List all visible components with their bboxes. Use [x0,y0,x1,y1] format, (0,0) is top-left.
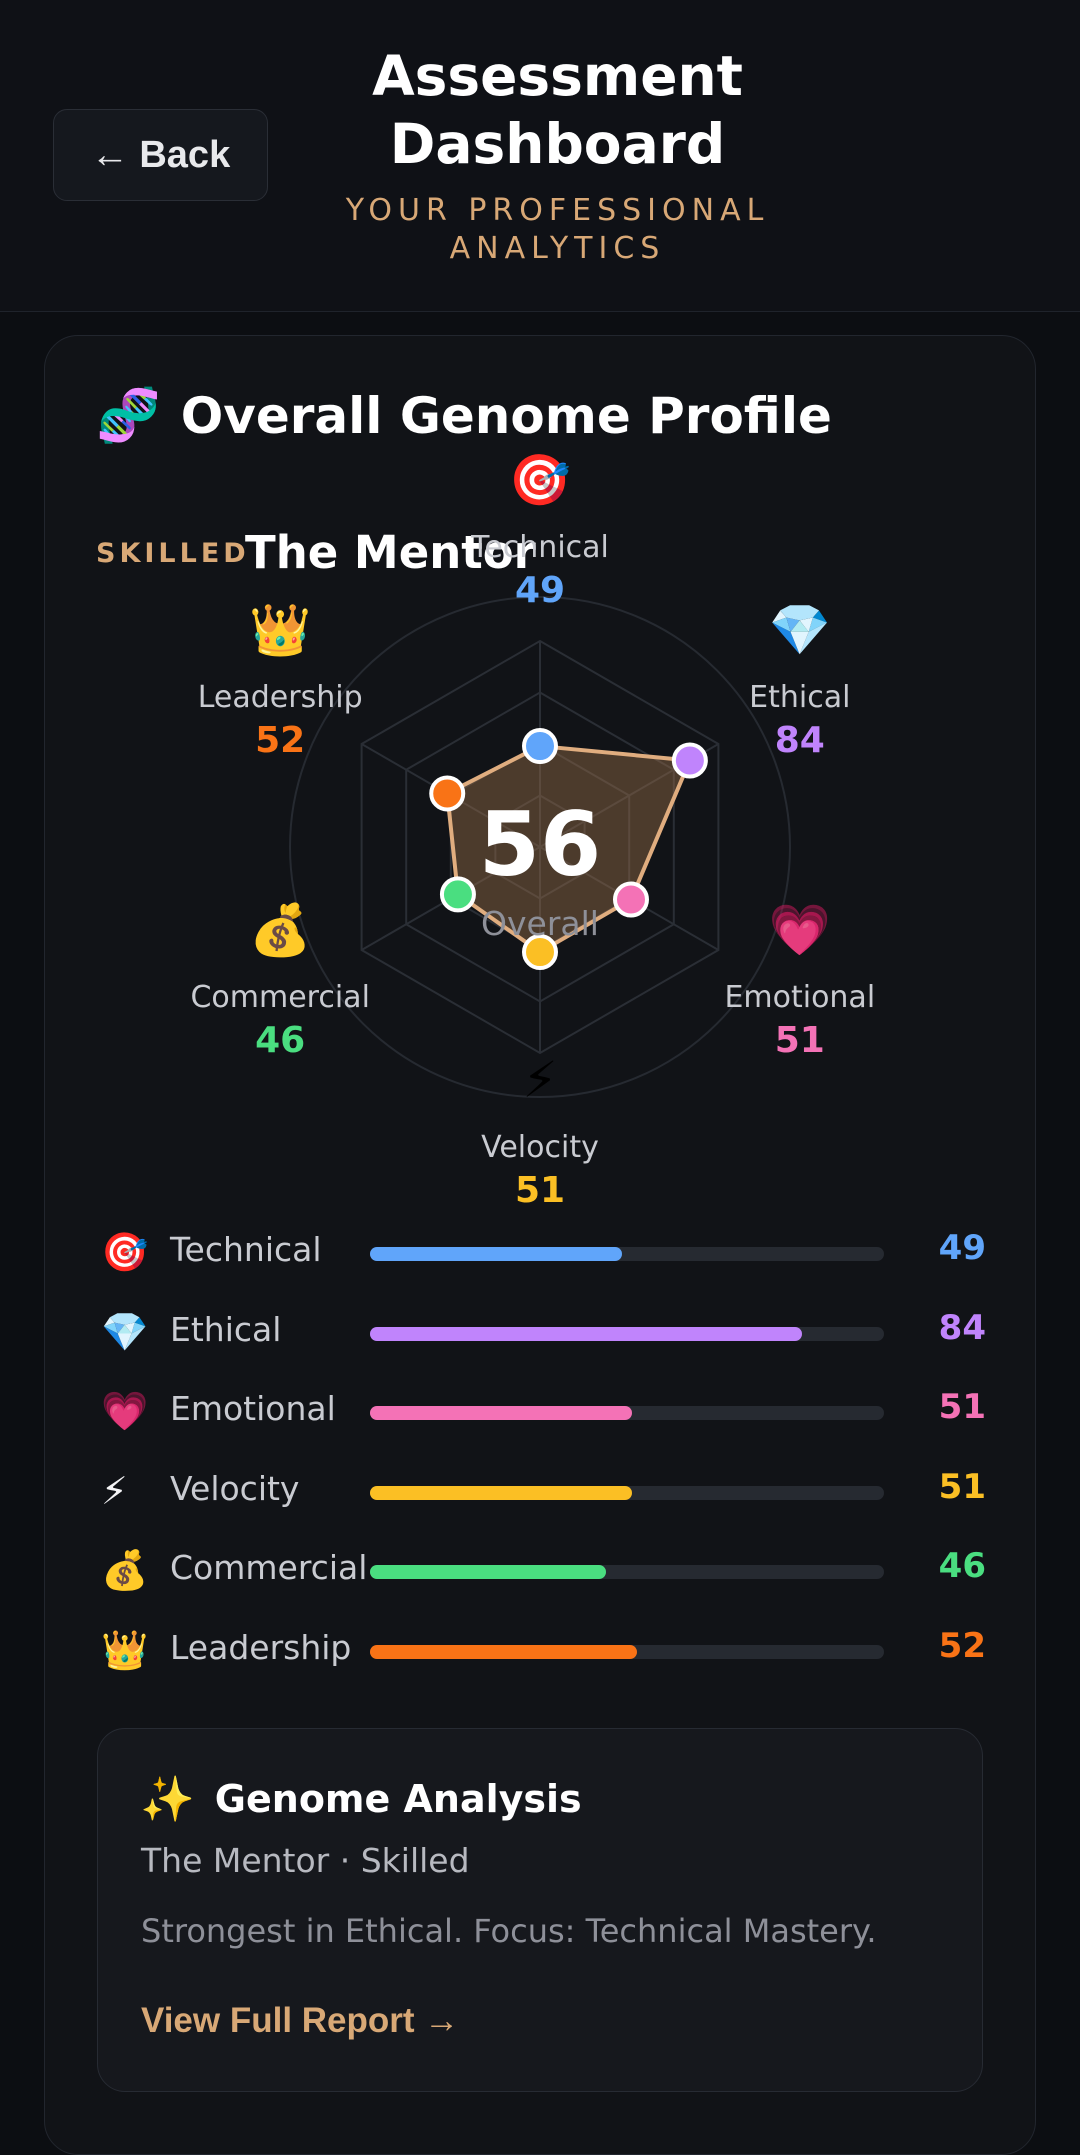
lightning-icon: ⚡ [101,1468,128,1513]
bar-value: 46 [938,1546,986,1587]
money-bag-icon: 💰 [101,1548,149,1593]
bar-fill [370,1565,607,1580]
lightning-icon: ⚡ [522,1051,557,1109]
gem-icon: 💎 [769,601,831,659]
bar-track [370,1247,884,1261]
radar-point-emotional [612,881,649,918]
bar-row-emotional: 💗 Emotional 51 [96,1379,986,1459]
heart-icon: 💗 [101,1389,149,1434]
radar-point-technical [522,728,558,765]
radar-label-text: Emotional [724,980,875,1015]
bar-row-leadership: 👑 Leadership 52 [96,1618,986,1698]
radar-label-value: 51 [515,1170,565,1211]
bar-label: Velocity [170,1468,300,1508]
radar-point-commercial [439,876,476,913]
bar-label: Technical [170,1230,322,1269]
analysis-description: Strongest in Ethical. Focus: Technical M… [141,1912,877,1950]
bar-track [370,1565,884,1580]
radar-label-commercial: 💰 Commercial 46 [190,901,369,1061]
bar-row-velocity: ⚡ Velocity 51 [96,1459,986,1539]
radar-label-value: 51 [775,1020,825,1061]
radar-label-value: 84 [775,720,825,761]
bar-track [370,1326,884,1341]
bar-fill [370,1644,638,1659]
crown-icon: 👑 [249,601,311,659]
bar-row-ethical: 💎 Ethical 84 [96,1300,986,1380]
bar-track [370,1406,884,1421]
overall-score: 56 [479,793,601,896]
bar-fill [370,1247,622,1261]
radar-point-leadership [429,775,466,812]
radar-label-text: Technical [470,530,609,565]
radar-label-velocity: ⚡ Velocity 51 [481,1051,599,1211]
gem-icon: 💎 [101,1309,149,1354]
radar-label-value: 46 [255,1020,305,1061]
bar-value: 51 [938,1466,986,1507]
analysis-heading: ✨ Genome Analysis [140,1773,582,1825]
analysis-subtitle: The Mentor · Skilled [141,1841,470,1880]
bar-label: Emotional [170,1389,336,1429]
bar-label: Leadership [170,1627,352,1667]
radar-label-technical: 🎯 Technical 49 [470,451,609,611]
sparkles-icon: ✨ [140,1774,195,1825]
radar-label-leadership: 👑 Leadership 52 [198,601,363,761]
bar-fill [370,1406,633,1421]
genome-analysis-card: ✨ Genome Analysis The Mentor · Skilled S… [97,1728,983,2092]
radar-label-text: Ethical [749,680,850,715]
radar-label-emotional: 💗 Emotional 51 [724,901,875,1061]
bar-label: Ethical [170,1309,282,1349]
view-full-report-link[interactable]: View Full Report → [141,2001,459,2041]
radar-label-value: 49 [515,570,565,611]
bar-value: 51 [938,1387,986,1428]
target-icon: 🎯 [509,451,571,509]
bar-row-commercial: 💰 Commercial 46 [96,1538,986,1618]
target-icon: 🎯 [101,1230,149,1274]
bar-label: Commercial [170,1548,368,1588]
bar-track [370,1644,884,1659]
heart-icon: 💗 [769,901,832,959]
bar-fill [370,1326,802,1341]
bar-value: 52 [938,1625,986,1666]
money-bag-icon: 💰 [249,901,311,960]
radar-chart: 🎯 Technical 49 💎 Ethical 84 💗 Emotional 51 ⚡ Veloc… [190,451,875,1211]
bar-track [370,1485,884,1500]
bar-value: 84 [938,1307,986,1348]
dimension-bars: 🎯 Technical 49 💎 Ethical 84 💗 Emotional 51 ⚡ Veloc… [96,1220,986,1698]
radar-label-text: Leadership [198,680,363,715]
bar-fill [370,1485,633,1500]
bar-value: 49 [938,1228,986,1268]
radar-label-text: Commercial [190,980,369,1015]
overall-label: Overall [481,904,599,943]
radar-point-ethical [671,742,708,779]
bar-row-technical: 🎯 Technical 49 [96,1220,986,1300]
radar-label-value: 52 [255,720,305,761]
crown-icon: 👑 [101,1627,149,1672]
radar-label-text: Velocity [481,1130,599,1165]
analysis-title: Genome Analysis [214,1777,582,1821]
